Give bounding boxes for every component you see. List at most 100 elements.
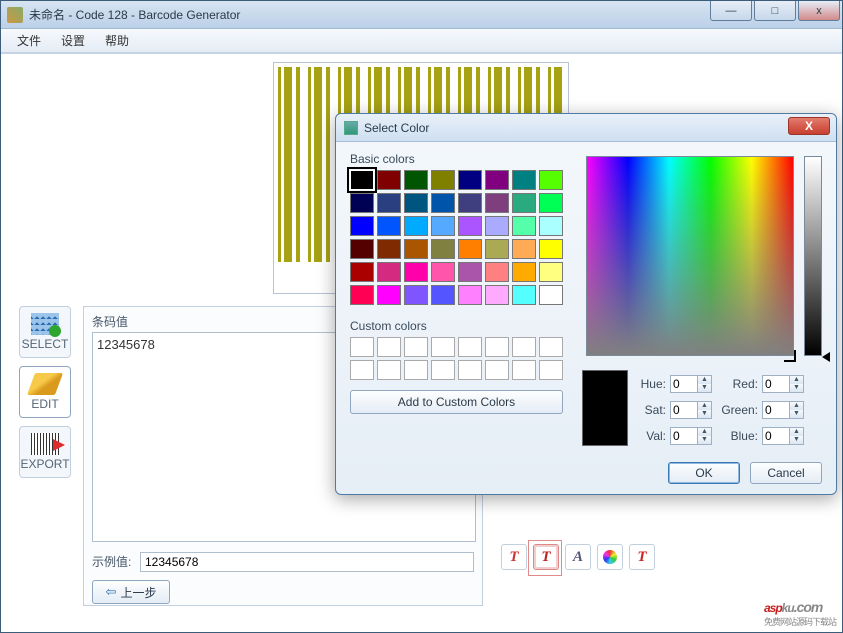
- swatch[interactable]: [512, 216, 536, 236]
- dialog-close-button[interactable]: X: [788, 117, 830, 135]
- swatch[interactable]: [431, 239, 455, 259]
- swatch[interactable]: [458, 216, 482, 236]
- hue-sat-picker[interactable]: [586, 156, 794, 356]
- menu-help[interactable]: 帮助: [95, 30, 139, 51]
- swatch[interactable]: [485, 262, 509, 282]
- swatch[interactable]: [512, 262, 536, 282]
- sat-spinner[interactable]: ▲▼: [698, 401, 712, 419]
- custom-swatch[interactable]: [458, 360, 482, 380]
- swatch[interactable]: [539, 239, 563, 259]
- swatch[interactable]: [431, 262, 455, 282]
- swatch[interactable]: [404, 285, 428, 305]
- minimize-button[interactable]: —: [710, 1, 752, 21]
- swatch[interactable]: [458, 193, 482, 213]
- menu-settings[interactable]: 设置: [51, 30, 95, 51]
- swatch[interactable]: [458, 262, 482, 282]
- swatch[interactable]: [512, 285, 536, 305]
- swatch[interactable]: [512, 239, 536, 259]
- swatch[interactable]: [539, 285, 563, 305]
- swatch[interactable]: [539, 262, 563, 282]
- custom-swatch[interactable]: [404, 337, 428, 357]
- swatch[interactable]: [377, 285, 401, 305]
- swatch[interactable]: [512, 170, 536, 190]
- swatch[interactable]: [350, 170, 374, 190]
- swatch[interactable]: [350, 262, 374, 282]
- swatch[interactable]: [377, 216, 401, 236]
- swatch[interactable]: [377, 193, 401, 213]
- swatch[interactable]: [377, 262, 401, 282]
- custom-swatch[interactable]: [458, 337, 482, 357]
- swatch[interactable]: [404, 193, 428, 213]
- swatch[interactable]: [350, 193, 374, 213]
- swatch[interactable]: [350, 216, 374, 236]
- swatch[interactable]: [539, 170, 563, 190]
- sample-value-input[interactable]: [140, 552, 474, 572]
- style-icon-4[interactable]: [597, 544, 623, 570]
- swatch[interactable]: [512, 193, 536, 213]
- style-icon-3[interactable]: A: [565, 544, 591, 570]
- swatch[interactable]: [458, 239, 482, 259]
- swatch[interactable]: [377, 170, 401, 190]
- sidebar-edit[interactable]: EDIT: [19, 366, 71, 418]
- custom-swatch[interactable]: [377, 337, 401, 357]
- swatch[interactable]: [431, 170, 455, 190]
- custom-swatch[interactable]: [350, 360, 374, 380]
- custom-swatch[interactable]: [350, 337, 374, 357]
- custom-swatch[interactable]: [431, 337, 455, 357]
- value-slider[interactable]: [804, 156, 822, 356]
- swatch[interactable]: [485, 216, 509, 236]
- swatch[interactable]: [350, 285, 374, 305]
- menu-file[interactable]: 文件: [7, 30, 51, 51]
- cancel-button[interactable]: Cancel: [750, 462, 822, 484]
- custom-swatch[interactable]: [539, 337, 563, 357]
- dialog-titlebar[interactable]: Select Color X: [336, 114, 836, 142]
- titlebar[interactable]: 未命名 - Code 128 - Barcode Generator — □ x: [1, 1, 842, 29]
- blue-input[interactable]: [762, 427, 790, 445]
- swatch[interactable]: [431, 193, 455, 213]
- swatch[interactable]: [539, 216, 563, 236]
- custom-swatch[interactable]: [404, 360, 428, 380]
- custom-swatch[interactable]: [377, 360, 401, 380]
- add-to-custom-button[interactable]: Add to Custom Colors: [350, 390, 563, 414]
- swatch[interactable]: [485, 193, 509, 213]
- swatch[interactable]: [485, 285, 509, 305]
- sat-input[interactable]: [670, 401, 698, 419]
- green-spinner[interactable]: ▲▼: [790, 401, 804, 419]
- custom-swatch[interactable]: [512, 337, 536, 357]
- sidebar-export[interactable]: EXPORT: [19, 426, 71, 478]
- swatch[interactable]: [539, 193, 563, 213]
- custom-swatch[interactable]: [512, 360, 536, 380]
- close-button[interactable]: x: [798, 1, 840, 21]
- custom-swatch[interactable]: [431, 360, 455, 380]
- swatch[interactable]: [404, 239, 428, 259]
- swatch[interactable]: [350, 239, 374, 259]
- red-spinner[interactable]: ▲▼: [790, 375, 804, 393]
- red-input[interactable]: [762, 375, 790, 393]
- custom-swatch[interactable]: [485, 360, 509, 380]
- swatch[interactable]: [458, 285, 482, 305]
- val-input[interactable]: [670, 427, 698, 445]
- sidebar-select[interactable]: SELECT: [19, 306, 71, 358]
- ok-button[interactable]: OK: [668, 462, 740, 484]
- hue-spinner[interactable]: ▲▼: [698, 375, 712, 393]
- green-input[interactable]: [762, 401, 790, 419]
- custom-swatch[interactable]: [539, 360, 563, 380]
- swatch[interactable]: [485, 239, 509, 259]
- custom-swatch[interactable]: [485, 337, 509, 357]
- swatch[interactable]: [377, 239, 401, 259]
- swatch[interactable]: [431, 216, 455, 236]
- swatch[interactable]: [404, 170, 428, 190]
- prev-button[interactable]: ⇦ 上一步: [92, 580, 170, 604]
- style-icon-2[interactable]: T: [533, 544, 559, 570]
- blue-spinner[interactable]: ▲▼: [790, 427, 804, 445]
- style-icon-1[interactable]: T: [501, 544, 527, 570]
- maximize-button[interactable]: □: [754, 1, 796, 21]
- swatch[interactable]: [404, 262, 428, 282]
- style-icon-5[interactable]: T: [629, 544, 655, 570]
- swatch[interactable]: [485, 170, 509, 190]
- val-spinner[interactable]: ▲▼: [698, 427, 712, 445]
- swatch[interactable]: [458, 170, 482, 190]
- swatch[interactable]: [404, 216, 428, 236]
- swatch[interactable]: [431, 285, 455, 305]
- hue-input[interactable]: [670, 375, 698, 393]
